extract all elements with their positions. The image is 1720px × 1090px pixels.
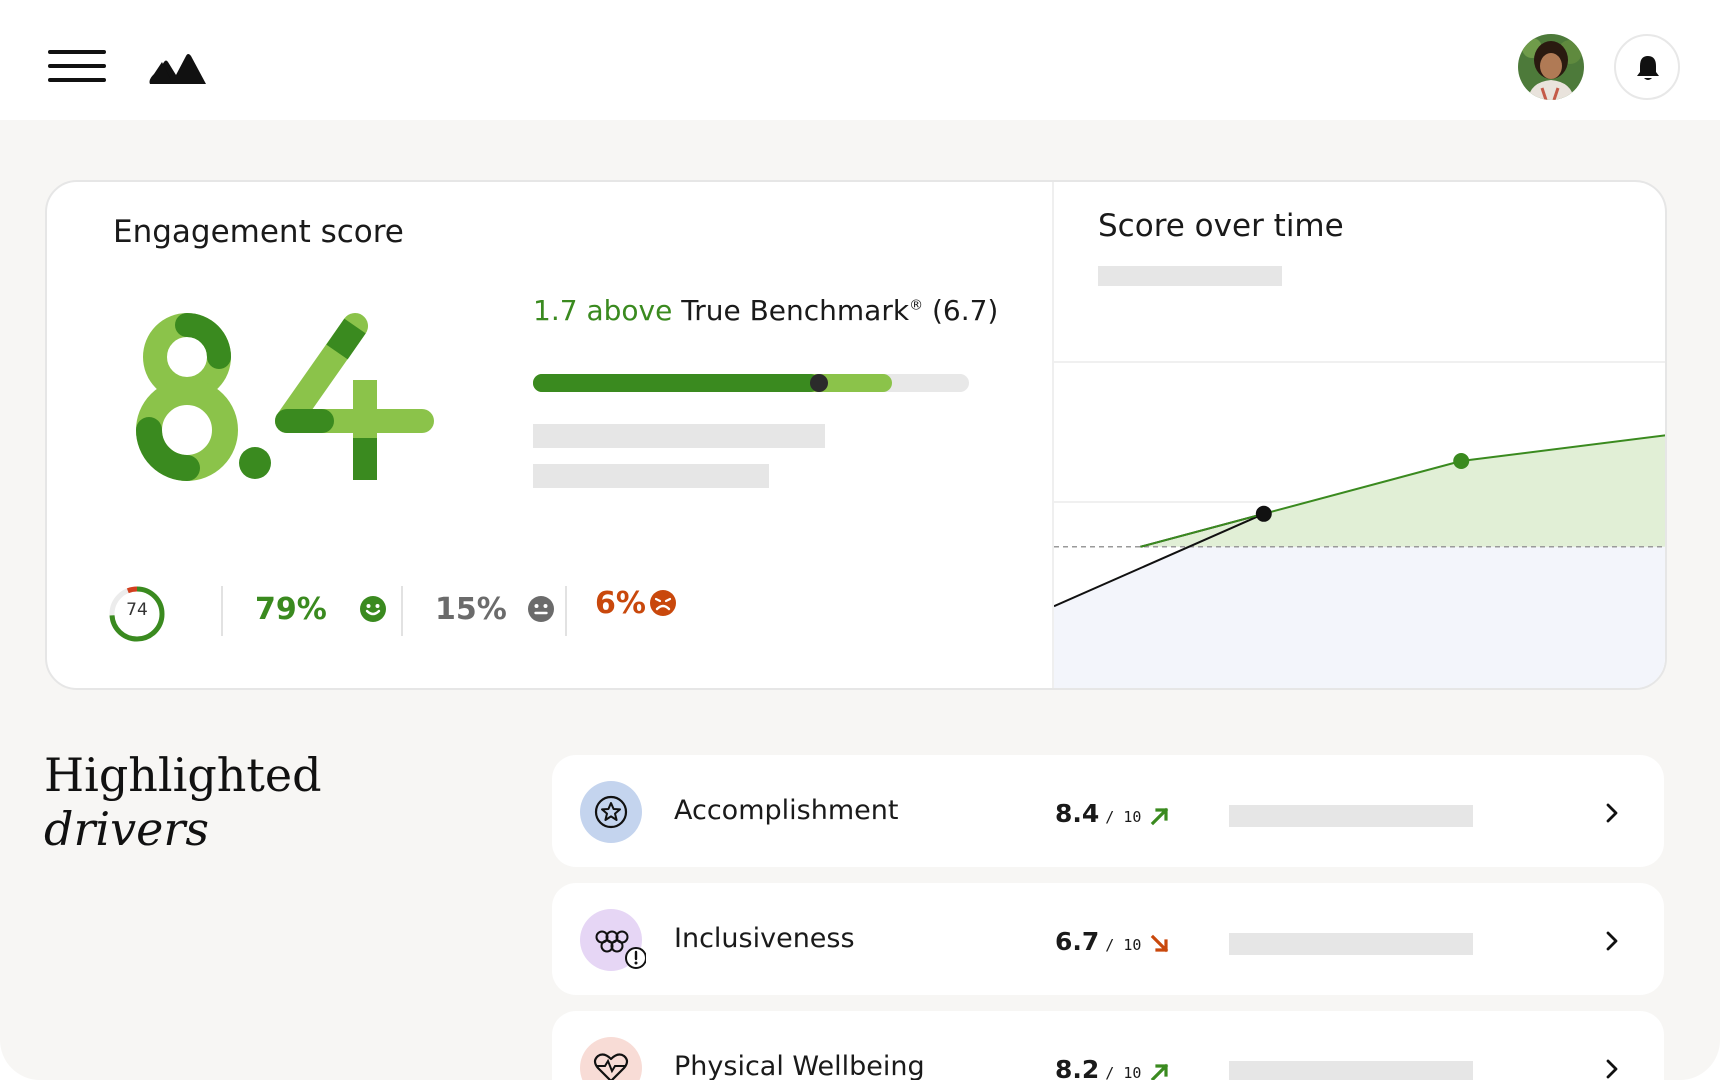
bell-icon [1637, 56, 1659, 80]
driver-score-max: / 10 [1105, 808, 1142, 826]
chevron-right-icon[interactable] [1602, 929, 1622, 953]
content-area: Engagement score 1.7 above True Benchmar… [0, 120, 1720, 1080]
top-navigation-bar [0, 0, 1720, 120]
driver-score-value: 6.7 [1055, 927, 1100, 956]
benchmark-progress-track [533, 374, 969, 392]
benchmark-fill [533, 374, 820, 392]
score-over-time-panel: Score over time [1052, 182, 1665, 688]
score-over-time-chart [1054, 361, 1665, 688]
hamburger-icon[interactable] [48, 48, 108, 84]
driver-score: 8.2 / 10 [1055, 1055, 1141, 1080]
highlighted-drivers-line2: drivers [44, 802, 209, 856]
driver-bar-placeholder [1229, 805, 1473, 827]
negative-percentage: 6% [595, 586, 646, 621]
positive-percentage: 79% [255, 592, 327, 627]
chevron-right-icon[interactable] [1602, 1057, 1622, 1080]
driver-name: Physical Wellbeing [674, 1051, 925, 1080]
app-root: Engagement score 1.7 above True Benchmar… [0, 0, 1720, 1090]
happy-face-icon [360, 596, 386, 622]
benchmark-value: (6.7) [931, 294, 999, 327]
chart-point [1255, 505, 1272, 522]
driver-row-inclusiveness[interactable]: Inclusiveness 6.7 / 10 [552, 883, 1664, 995]
chart-point [1453, 453, 1470, 469]
divider [221, 586, 223, 636]
driver-row-physical-wellbeing[interactable]: Physical Wellbeing 8.2 / 10 [552, 1011, 1664, 1080]
driver-score-value: 8.4 [1055, 799, 1100, 828]
registered-mark: ® [909, 297, 924, 314]
driver-bar-placeholder [1229, 933, 1473, 955]
driver-name: Accomplishment [674, 795, 899, 826]
chevron-right-icon[interactable] [1602, 801, 1622, 825]
engagement-title: Engagement score [113, 214, 404, 250]
trend-down-icon [1150, 934, 1169, 953]
driver-score: 6.7 / 10 [1055, 927, 1141, 956]
neutral-percentage: 15% [435, 592, 507, 627]
highlighted-drivers-title: Highlighted drivers [44, 748, 322, 856]
driver-row-accomplishment[interactable]: Accomplishment 8.4 / 10 [552, 755, 1664, 867]
driver-name: Inclusiveness [674, 923, 855, 954]
driver-score-max: / 10 [1105, 1064, 1142, 1080]
placeholder-line [533, 464, 769, 488]
driver-score-value: 8.2 [1055, 1055, 1100, 1080]
sentiment-stats: 74 79% 15% 6% [107, 582, 767, 642]
engagement-score-graphic [136, 313, 434, 481]
neutral-face-icon [528, 596, 554, 622]
trend-up-icon [1150, 1063, 1169, 1080]
benchmark-summary: 1.7 above True Benchmark® (6.7) [533, 294, 998, 327]
benchmark-above-word: above [586, 294, 673, 327]
driver-score-max: / 10 [1105, 936, 1142, 954]
driver-score: 8.4 / 10 [1055, 799, 1141, 828]
star-badge-icon [580, 781, 642, 843]
divider [401, 586, 403, 636]
chart-above-benchmark-area [1140, 435, 1665, 547]
trend-up-icon [1150, 807, 1169, 826]
heart-pulse-icon [580, 1037, 642, 1080]
driver-bar-placeholder [1229, 1061, 1473, 1080]
people-hex-icon [580, 909, 646, 971]
placeholder-line [533, 424, 825, 448]
divider [565, 586, 567, 636]
benchmark-delta: 1.7 [533, 294, 578, 327]
user-avatar[interactable] [1518, 34, 1584, 100]
participation-value: 74 [126, 600, 148, 620]
engagement-card: Engagement score 1.7 above True Benchmar… [45, 180, 1667, 690]
sad-face-icon [650, 590, 676, 616]
mountain-logo-icon[interactable] [148, 46, 208, 86]
notification-button[interactable] [1614, 34, 1680, 100]
highlighted-drivers-line1: Highlighted [44, 748, 322, 802]
benchmark-label: True Benchmark [681, 294, 910, 327]
